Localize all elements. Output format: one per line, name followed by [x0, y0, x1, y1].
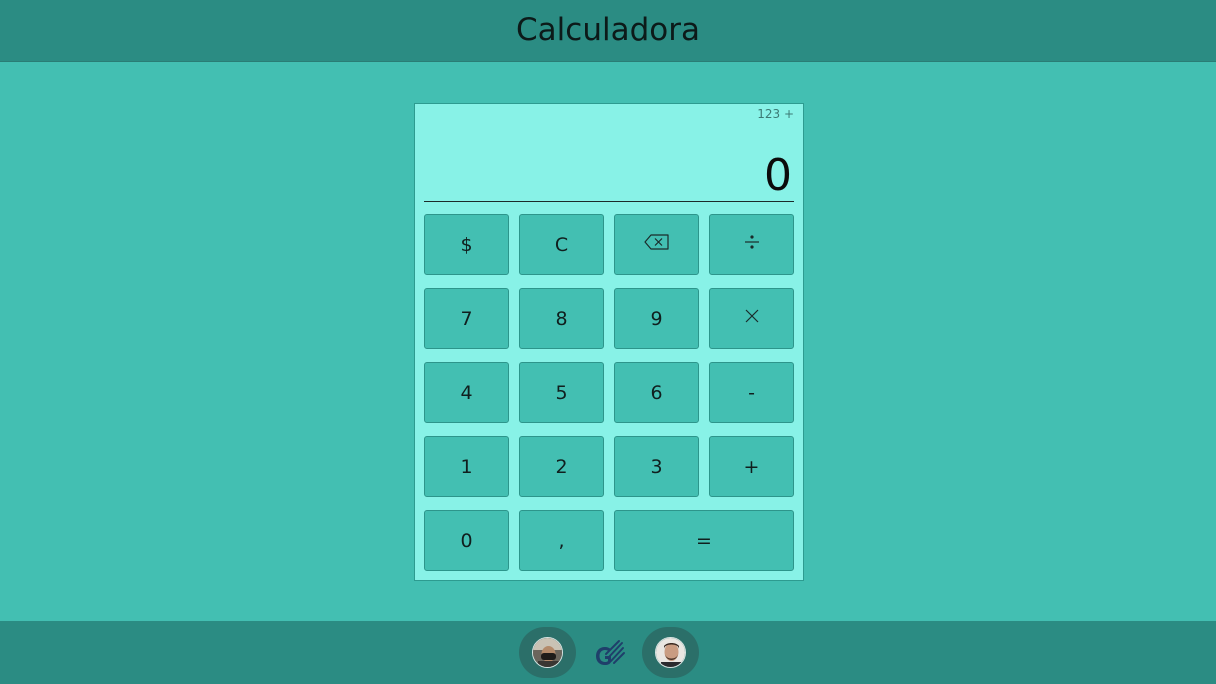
left-avatar-link[interactable]: [519, 627, 576, 678]
digit-4-label: 4: [460, 381, 473, 404]
currency-button-label: $: [460, 233, 473, 256]
digit-4-button[interactable]: 4: [424, 362, 509, 423]
clear-button[interactable]: C: [519, 214, 604, 275]
page-title: Calculadora: [516, 12, 700, 48]
app-header: Calculadora: [0, 0, 1216, 62]
comma-label: ,: [558, 529, 565, 552]
digit-2-label: 2: [555, 455, 568, 478]
app-footer: [0, 621, 1216, 684]
digit-6-button[interactable]: 6: [614, 362, 699, 423]
digit-6-label: 6: [650, 381, 663, 404]
avatar-icon: [532, 637, 563, 668]
currency-button[interactable]: $: [424, 214, 509, 275]
digit-0-button[interactable]: 0: [424, 510, 509, 571]
divide-icon: [742, 233, 762, 256]
digit-5-button[interactable]: 5: [519, 362, 604, 423]
digit-5-label: 5: [555, 381, 568, 404]
backspace-icon: [643, 233, 671, 256]
minus-label: -: [748, 381, 755, 404]
logo-icon: [592, 638, 626, 668]
multiply-button[interactable]: [709, 288, 794, 349]
backspace-button[interactable]: [614, 214, 699, 275]
history-display: 123 +: [757, 107, 794, 121]
calculator-panel: 123 + 0 $ C 7 8 9 4 5 6 - 1 2 3 + 0 , =: [414, 103, 804, 581]
multiply-icon: [743, 307, 761, 330]
plus-button[interactable]: +: [709, 436, 794, 497]
minus-button[interactable]: -: [709, 362, 794, 423]
avatar-icon: [655, 637, 686, 668]
equals-label: =: [696, 529, 712, 552]
digit-1-label: 1: [460, 455, 473, 478]
digit-8-button[interactable]: 8: [519, 288, 604, 349]
comma-button[interactable]: ,: [519, 510, 604, 571]
digit-9-label: 9: [650, 307, 663, 330]
digit-7-button[interactable]: 7: [424, 288, 509, 349]
equals-button[interactable]: =: [614, 510, 794, 571]
digit-0-label: 0: [460, 529, 473, 552]
divide-button[interactable]: [709, 214, 794, 275]
digit-9-button[interactable]: 9: [614, 288, 699, 349]
right-avatar-link[interactable]: [642, 627, 699, 678]
clear-button-label: C: [554, 233, 569, 256]
digit-1-button[interactable]: 1: [424, 436, 509, 497]
result-display: 0: [764, 150, 792, 201]
digit-7-label: 7: [460, 307, 473, 330]
digit-2-button[interactable]: 2: [519, 436, 604, 497]
digit-3-label: 3: [650, 455, 663, 478]
display-divider: [424, 201, 794, 202]
digit-8-label: 8: [555, 307, 568, 330]
plus-label: +: [743, 455, 760, 478]
digit-3-button[interactable]: 3: [614, 436, 699, 497]
